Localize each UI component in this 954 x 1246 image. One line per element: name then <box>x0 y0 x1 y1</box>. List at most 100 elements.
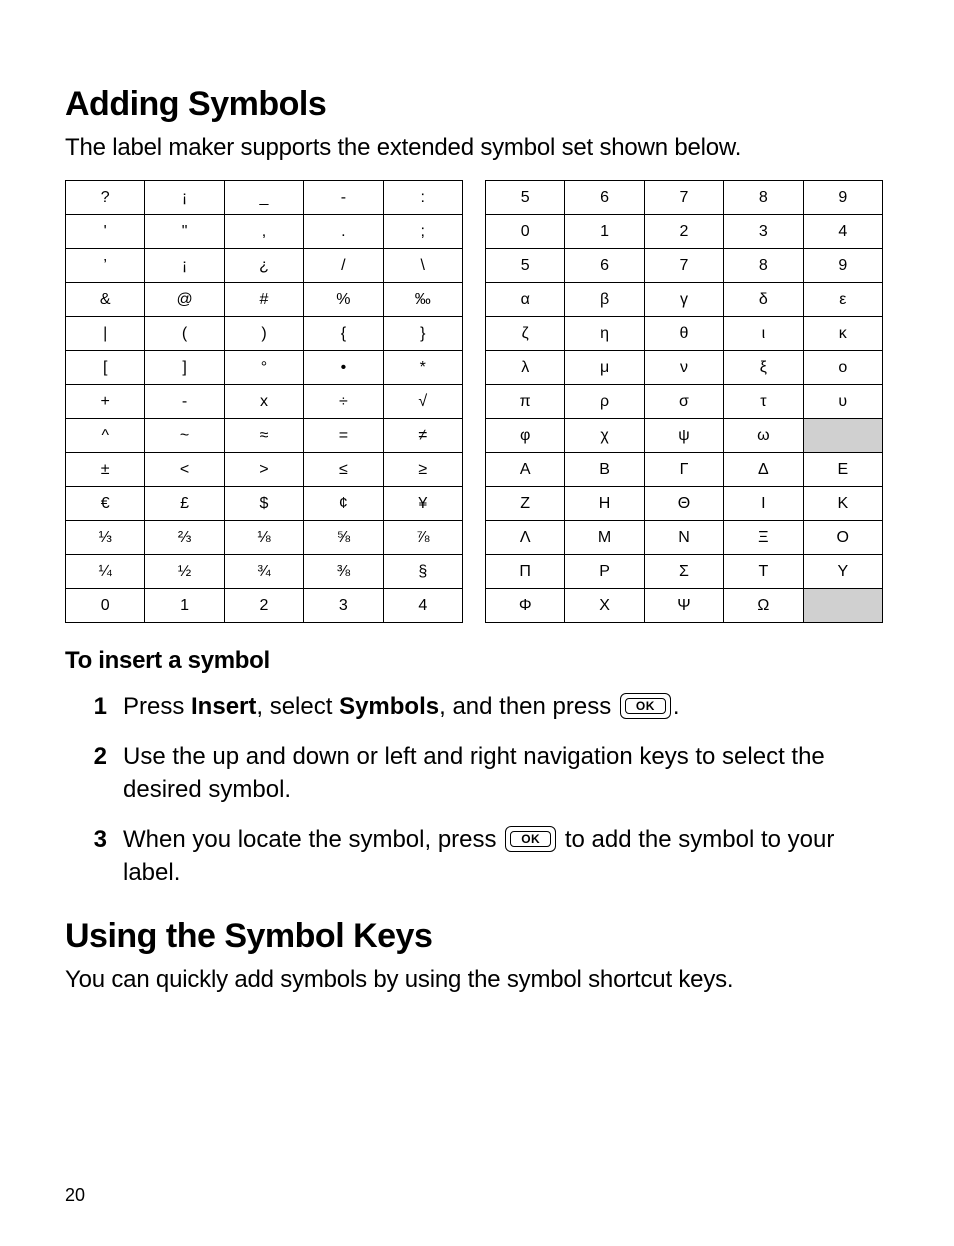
symbol-cell: £ <box>145 487 224 521</box>
symbol-cell: 8 <box>724 249 803 283</box>
step-2: 2 Use the up and down or left and right … <box>115 741 889 806</box>
symbol-cell: χ <box>565 419 644 453</box>
symbol-cell: ρ <box>565 385 644 419</box>
symbol-cell: ‰ <box>383 283 462 317</box>
symbol-tables: ?¡_-:'",.;’¡¿/\&@#%‰|(){}[]°•*+-x÷√^~≈=≠… <box>65 180 889 623</box>
symbol-cell: Ζ <box>486 487 565 521</box>
insert-steps: 1 Press Insert, select Symbols, and then… <box>65 691 889 889</box>
symbol-cell: Φ <box>486 589 565 623</box>
symbol-cell: 4 <box>383 589 462 623</box>
symbol-cell: @ <box>145 283 224 317</box>
symbol-cell: ν <box>644 351 723 385</box>
symbol-cell: ÷ <box>304 385 383 419</box>
symbol-cell: 9 <box>803 181 882 215</box>
symbol-cell: λ <box>486 351 565 385</box>
symbol-cell: Σ <box>644 555 723 589</box>
symbol-cell: 0 <box>486 215 565 249</box>
symbol-cell: κ <box>803 317 882 351</box>
symbol-cell: Ο <box>803 521 882 555</box>
symbol-cell: ] <box>145 351 224 385</box>
symbol-cell: ⅜ <box>304 555 383 589</box>
page-number: 20 <box>65 1185 85 1206</box>
symbol-cell: ι <box>724 317 803 351</box>
symbol-cell: = <box>304 419 383 453</box>
symbol-cell: * <box>383 351 462 385</box>
symbol-cell: Ε <box>803 453 882 487</box>
symbol-cell <box>803 589 882 623</box>
symbol-cell: - <box>304 181 383 215</box>
symbol-cell: x <box>224 385 303 419</box>
symbol-cell: ' <box>66 215 145 249</box>
symbol-cell: : <box>383 181 462 215</box>
symbol-cell: 7 <box>644 181 723 215</box>
symbol-cell: ζ <box>486 317 565 351</box>
symbol-cell: Α <box>486 453 565 487</box>
heading-symbol-keys: Using the Symbol Keys <box>65 917 889 956</box>
symbol-cell: 6 <box>565 249 644 283</box>
symbol-cell: 1 <box>145 589 224 623</box>
symbol-cell: Κ <box>803 487 882 521</box>
symbol-cell: 0 <box>66 589 145 623</box>
step-3: 3 When you locate the symbol, press OK t… <box>115 824 889 889</box>
symbol-cell: β <box>565 283 644 317</box>
symbol-cell: σ <box>644 385 723 419</box>
symbol-cell: • <box>304 351 383 385</box>
symbol-cell: ≈ <box>224 419 303 453</box>
symbol-cell: Η <box>565 487 644 521</box>
symbol-cell: ¡ <box>145 181 224 215</box>
symbol-cell: ? <box>66 181 145 215</box>
symbol-cell: " <box>145 215 224 249</box>
symbol-cell: Ρ <box>565 555 644 589</box>
intro-adding-symbols: The label maker supports the extended sy… <box>65 134 889 162</box>
symbol-cell: [ <box>66 351 145 385</box>
step-1: 1 Press Insert, select Symbols, and then… <box>115 691 889 723</box>
symbol-cell: ( <box>145 317 224 351</box>
symbol-cell: ¡ <box>145 249 224 283</box>
symbol-cell: 3 <box>304 589 383 623</box>
symbol-cell: ¼ <box>66 555 145 589</box>
symbol-cell: ο <box>803 351 882 385</box>
symbol-cell: Ω <box>724 589 803 623</box>
symbol-cell: Χ <box>565 589 644 623</box>
symbol-cell: + <box>66 385 145 419</box>
symbol-cell: 5 <box>486 249 565 283</box>
symbol-cell: ξ <box>724 351 803 385</box>
symbol-cell: ω <box>724 419 803 453</box>
symbol-cell: . <box>304 215 383 249</box>
symbol-cell <box>803 419 882 453</box>
symbol-cell: 8 <box>724 181 803 215</box>
symbol-cell: 6 <box>565 181 644 215</box>
symbol-table-right: 567890123456789αβγδεζηθικλμνξοπρστυφχψωΑ… <box>485 180 883 623</box>
symbol-cell: ½ <box>145 555 224 589</box>
symbol-cell: ≠ <box>383 419 462 453</box>
symbol-cell: Ξ <box>724 521 803 555</box>
symbol-cell: Τ <box>724 555 803 589</box>
symbol-cell: υ <box>803 385 882 419</box>
symbol-cell: ≥ <box>383 453 462 487</box>
symbol-cell: | <box>66 317 145 351</box>
symbol-cell: } <box>383 317 462 351</box>
symbol-cell: Γ <box>644 453 723 487</box>
symbol-cell: $ <box>224 487 303 521</box>
symbol-cell: γ <box>644 283 723 317</box>
symbol-cell: 7 <box>644 249 723 283</box>
symbol-cell: 2 <box>224 589 303 623</box>
symbol-cell: ≤ <box>304 453 383 487</box>
symbol-cell: 1 <box>565 215 644 249</box>
symbol-cell: ¾ <box>224 555 303 589</box>
ok-button-icon: OK <box>505 826 556 852</box>
symbol-cell: φ <box>486 419 565 453</box>
symbol-cell: Λ <box>486 521 565 555</box>
symbol-cell: Ν <box>644 521 723 555</box>
symbol-cell: α <box>486 283 565 317</box>
symbol-table-left: ?¡_-:'",.;’¡¿/\&@#%‰|(){}[]°•*+-x÷√^~≈=≠… <box>65 180 463 623</box>
symbol-cell: μ <box>565 351 644 385</box>
symbol-cell: Π <box>486 555 565 589</box>
symbol-cell: ± <box>66 453 145 487</box>
symbol-cell: δ <box>724 283 803 317</box>
symbol-cell: ¿ <box>224 249 303 283</box>
heading-adding-symbols: Adding Symbols <box>65 85 889 124</box>
symbol-cell: ^ <box>66 419 145 453</box>
intro-symbol-keys: You can quickly add symbols by using the… <box>65 966 889 994</box>
symbol-cell: ¢ <box>304 487 383 521</box>
